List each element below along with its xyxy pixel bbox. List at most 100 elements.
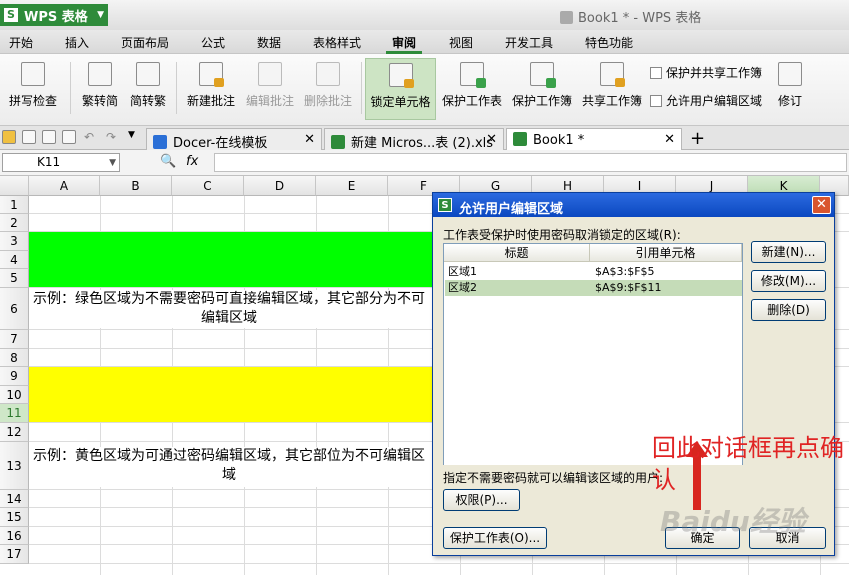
revise-button[interactable]: 修订: [770, 58, 810, 120]
chevron-down-icon[interactable]: ▼: [109, 155, 116, 172]
list-header-title[interactable]: 标题: [444, 244, 590, 262]
row-header[interactable]: 5: [0, 269, 29, 288]
zoom-icon[interactable]: 🔍: [160, 154, 176, 169]
protect-sheet-label: 保护工作表: [441, 94, 502, 108]
edit-comment-button[interactable]: 编辑批注: [241, 58, 299, 120]
document-icon: [560, 11, 573, 24]
gridline: [29, 563, 849, 564]
close-icon[interactable]: ✕: [486, 132, 497, 147]
column-header[interactable]: A: [29, 176, 100, 196]
merged-cell-row13[interactable]: 示例：黄色区域为可通过密码编辑区域，其它部位为不可编辑区域: [29, 447, 429, 487]
new-comment-button[interactable]: 新建批注: [182, 58, 240, 120]
protect-book-button[interactable]: 保护工作簿: [508, 58, 576, 120]
allow-edit-ranges-button[interactable]: 允许用户编辑区域: [650, 92, 762, 109]
permissions-button[interactable]: 权限(P)...: [443, 489, 520, 511]
undo-icon[interactable]: ↶: [84, 130, 98, 144]
merged-cell-row6[interactable]: 示例：绿色区域为不需要密码可直接编辑区域，其它部分为不可编辑区域: [29, 290, 429, 328]
print-preview-icon[interactable]: [62, 130, 76, 144]
function-icon[interactable]: fx: [186, 154, 198, 169]
menu-home[interactable]: 开始: [9, 34, 33, 51]
menu-formula[interactable]: 公式: [201, 34, 225, 51]
row-header[interactable]: 6: [0, 288, 29, 330]
protect-sheet-dialog-button[interactable]: 保护工作表(O)...: [443, 527, 547, 549]
tab-docer[interactable]: Docer-在线模板 ✕: [146, 128, 322, 151]
column-header[interactable]: C: [172, 176, 244, 196]
menu-data[interactable]: 数据: [257, 34, 281, 51]
range-title: 区域1: [448, 265, 477, 278]
share-book-label: 共享工作簿: [581, 94, 642, 108]
formula-input[interactable]: [214, 153, 847, 172]
tab-xls-label: 新建 Micros...表 (2).xls: [351, 136, 494, 151]
protect-book-label: 保护工作簿: [511, 94, 572, 108]
xls-icon: [331, 135, 345, 149]
row-header[interactable]: 17: [0, 545, 29, 564]
share-book-button[interactable]: 共享工作簿: [578, 58, 646, 120]
delete-comment-button[interactable]: 删除批注: [299, 58, 357, 120]
close-icon[interactable]: ✕: [664, 132, 675, 147]
delete-range-button[interactable]: 删除(D): [751, 299, 826, 321]
tab-xls-file[interactable]: 新建 Micros...表 (2).xls ✕: [324, 128, 504, 151]
lock-cell-button[interactable]: 锁定单元格: [365, 58, 436, 120]
docer-icon: [153, 135, 167, 149]
list-item[interactable]: 区域1 $A$3:$F$5: [445, 264, 742, 280]
spell-check-button[interactable]: 拼写检查: [2, 58, 64, 120]
traditional-to-simplified-button[interactable]: 繁转简: [78, 58, 122, 120]
row-header[interactable]: 2: [0, 214, 29, 232]
baidu-watermark: Baidu经验: [660, 505, 806, 538]
modify-range-button[interactable]: 修改(M)...: [751, 270, 826, 292]
select-all-corner[interactable]: [0, 176, 29, 196]
row-header[interactable]: 14: [0, 490, 29, 508]
row-header[interactable]: 15: [0, 508, 29, 527]
app-menu-button[interactable]: S WPS 表格 ▼: [0, 4, 108, 26]
row-header[interactable]: 1: [0, 196, 29, 214]
new-tab-plus-icon[interactable]: +: [690, 128, 705, 149]
close-icon[interactable]: ✕: [812, 196, 831, 214]
tab-docer-label: Docer-在线模板: [173, 136, 268, 151]
yellow-password-range[interactable]: [29, 367, 460, 423]
formula-bar: K11 ▼ 🔍 fx: [0, 150, 849, 176]
row-header[interactable]: 8: [0, 349, 29, 367]
menu-developer[interactable]: 开发工具: [505, 34, 553, 51]
row-header[interactable]: 7: [0, 330, 29, 349]
chevron-down-icon: ▼: [97, 10, 104, 20]
menu-special[interactable]: 特色功能: [585, 34, 633, 51]
menu-page-layout[interactable]: 页面布局: [121, 34, 169, 51]
close-icon[interactable]: ✕: [304, 132, 315, 147]
save-icon[interactable]: [22, 130, 36, 144]
row-header[interactable]: 16: [0, 527, 29, 545]
row-header[interactable]: 13: [0, 442, 29, 490]
row-header[interactable]: 10: [0, 386, 29, 404]
protect-sheet-button[interactable]: 保护工作表: [438, 58, 506, 120]
menu-insert[interactable]: 插入: [65, 34, 89, 51]
print-icon[interactable]: [42, 130, 56, 144]
new-range-button[interactable]: 新建(N)...: [751, 241, 826, 263]
column-header[interactable]: B: [100, 176, 172, 196]
row-header[interactable]: 4: [0, 251, 29, 269]
new-comment-icon: [199, 62, 224, 87]
tab-book1-label: Book1 *: [533, 133, 585, 148]
menu-table-style[interactable]: 表格样式: [313, 34, 361, 51]
column-header[interactable]: E: [316, 176, 388, 196]
protect-share-book-button[interactable]: 保护并共享工作簿: [650, 64, 762, 81]
row-header[interactable]: 12: [0, 423, 29, 442]
menu-view[interactable]: 视图: [449, 34, 473, 51]
lock-cell-label: 锁定单元格: [370, 95, 431, 109]
open-icon[interactable]: [2, 130, 16, 144]
dialog-title-bar[interactable]: S 允许用户编辑区域 ✕: [433, 193, 834, 217]
redo-icon[interactable]: ↷: [106, 130, 120, 144]
menu-review[interactable]: 审阅: [392, 34, 416, 51]
quick-access-dropdown-icon[interactable]: ▼: [128, 130, 142, 144]
list-item-selected[interactable]: 区域2 $A$9:$F$11: [445, 280, 742, 296]
ribbon-divider: [176, 62, 177, 114]
row-header-selected[interactable]: 11: [0, 404, 29, 423]
green-editable-range[interactable]: [29, 232, 460, 288]
list-header-ref[interactable]: 引用单元格: [590, 244, 742, 262]
column-header[interactable]: D: [244, 176, 316, 196]
simplified-to-traditional-button[interactable]: 简转繁: [126, 58, 170, 120]
row-header[interactable]: 3: [0, 232, 29, 251]
row-header[interactable]: 9: [0, 367, 29, 386]
delete-comment-label: 删除批注: [303, 94, 352, 108]
new-comment-label: 新建批注: [186, 94, 235, 108]
name-box[interactable]: K11 ▼: [2, 153, 120, 172]
tab-book1[interactable]: Book1 * ✕: [506, 128, 682, 150]
